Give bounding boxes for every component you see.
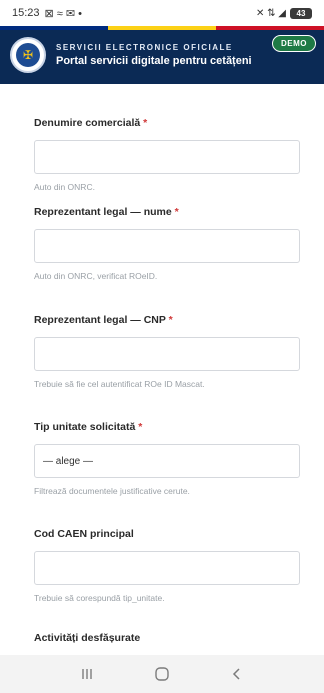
field-cod-caen: Cod CAEN principal Trebuie să corespundă… (34, 528, 300, 603)
system-nav-bar (0, 655, 324, 693)
field-hint: Auto din ONRC. (34, 182, 95, 192)
field-label: Reprezentant legal — CNP * (34, 314, 173, 326)
field-hint: Auto din ONRC, verificat ROeID. (34, 271, 158, 281)
status-bar: 15:23 ⊠ ≈ ✉ • ✕ ⇅ ◢ 43 (0, 0, 324, 26)
field-hint: Trebuie să corespundă tip_unitate. (34, 593, 165, 603)
field-hint: Trebuie să fie cel autentificat ROe ID M… (34, 379, 205, 389)
app-header: ✠ SERVICII ELECTRONICE OFICIALE Portal s… (0, 26, 324, 84)
page-title: Portal servicii digitale pentru cetățeni (56, 55, 252, 67)
field-reprezentant-cnp: Reprezentant legal — CNP * Trebuie să fi… (34, 314, 300, 389)
field-label: Activități desfășurate (34, 632, 141, 644)
status-time: 15:23 (12, 7, 40, 19)
field-denumire-comerciala: Denumire comercială * Auto din ONRC. (34, 117, 300, 192)
recents-icon[interactable] (75, 662, 99, 686)
tricolor-stripe (0, 26, 324, 30)
home-icon[interactable] (150, 662, 174, 686)
battery-icon: 43 (290, 7, 312, 19)
notification-icons: ⊠ ≈ ✉ • (44, 7, 83, 20)
signal-icons: ✕ ⇅ ◢ (255, 7, 286, 19)
coat-of-arms-logo-icon: ✠ (10, 37, 46, 73)
reprezentant-nume-input[interactable] (34, 229, 300, 263)
demo-badge: DEMO (272, 35, 316, 52)
back-icon[interactable] (225, 662, 249, 686)
field-label: Cod CAEN principal (34, 528, 134, 540)
reprezentant-cnp-input[interactable] (34, 337, 300, 371)
field-reprezentant-nume: Reprezentant legal — nume * Auto din ONR… (34, 206, 300, 281)
tip-unitate-select[interactable]: — alege — (34, 444, 300, 478)
field-label: Denumire comercială * (34, 117, 148, 129)
field-label: Reprezentant legal — nume * (34, 206, 179, 218)
field-activitati: Activități desfășurate (34, 632, 300, 644)
field-hint: Filtrează documentele justificative ceru… (34, 486, 190, 496)
field-tip-unitate: Tip unitate solicitată * — alege — Filtr… (34, 421, 300, 496)
cod-caen-input[interactable] (34, 551, 300, 585)
field-label: Tip unitate solicitată * (34, 421, 143, 433)
denumire-comerciala-input[interactable] (34, 140, 300, 174)
